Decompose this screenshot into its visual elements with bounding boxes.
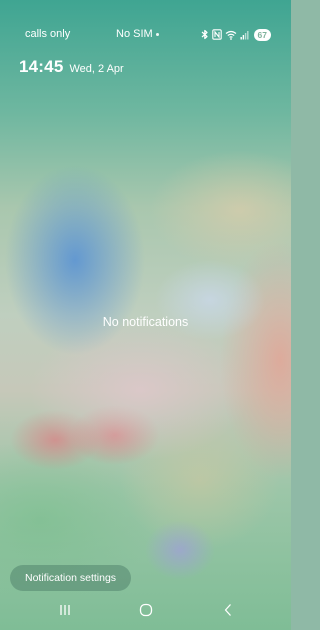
- recents-button[interactable]: [53, 602, 77, 622]
- back-button[interactable]: [216, 602, 240, 622]
- empty-notifications-message: No notifications: [102, 315, 189, 329]
- wifi-icon: [225, 30, 237, 40]
- home-button[interactable]: [134, 602, 158, 622]
- back-icon: [223, 603, 233, 622]
- clock-date: Wed, 2 Apr: [69, 63, 124, 75]
- notification-settings-button[interactable]: Notification settings: [10, 565, 132, 591]
- recents-icon: [58, 603, 72, 621]
- nfc-icon: [211, 29, 222, 40]
- status-bar: calls only No SIM 67: [0, 0, 291, 41]
- sim-label: No SIM: [116, 28, 153, 40]
- navigation-bar: [0, 598, 291, 626]
- signal-icon: [240, 30, 249, 40]
- carrier-label: calls only: [25, 28, 71, 40]
- status-icons: 67: [201, 28, 271, 41]
- home-icon: [139, 603, 153, 622]
- battery-indicator: 67: [253, 28, 271, 41]
- sim-dot-icon: [155, 32, 159, 36]
- bluetooth-icon: [201, 29, 209, 40]
- clock-time: 14:45: [19, 57, 64, 76]
- sim-status: No SIM: [116, 28, 159, 40]
- clock-row: 14:45 Wed, 2 Apr: [19, 57, 124, 77]
